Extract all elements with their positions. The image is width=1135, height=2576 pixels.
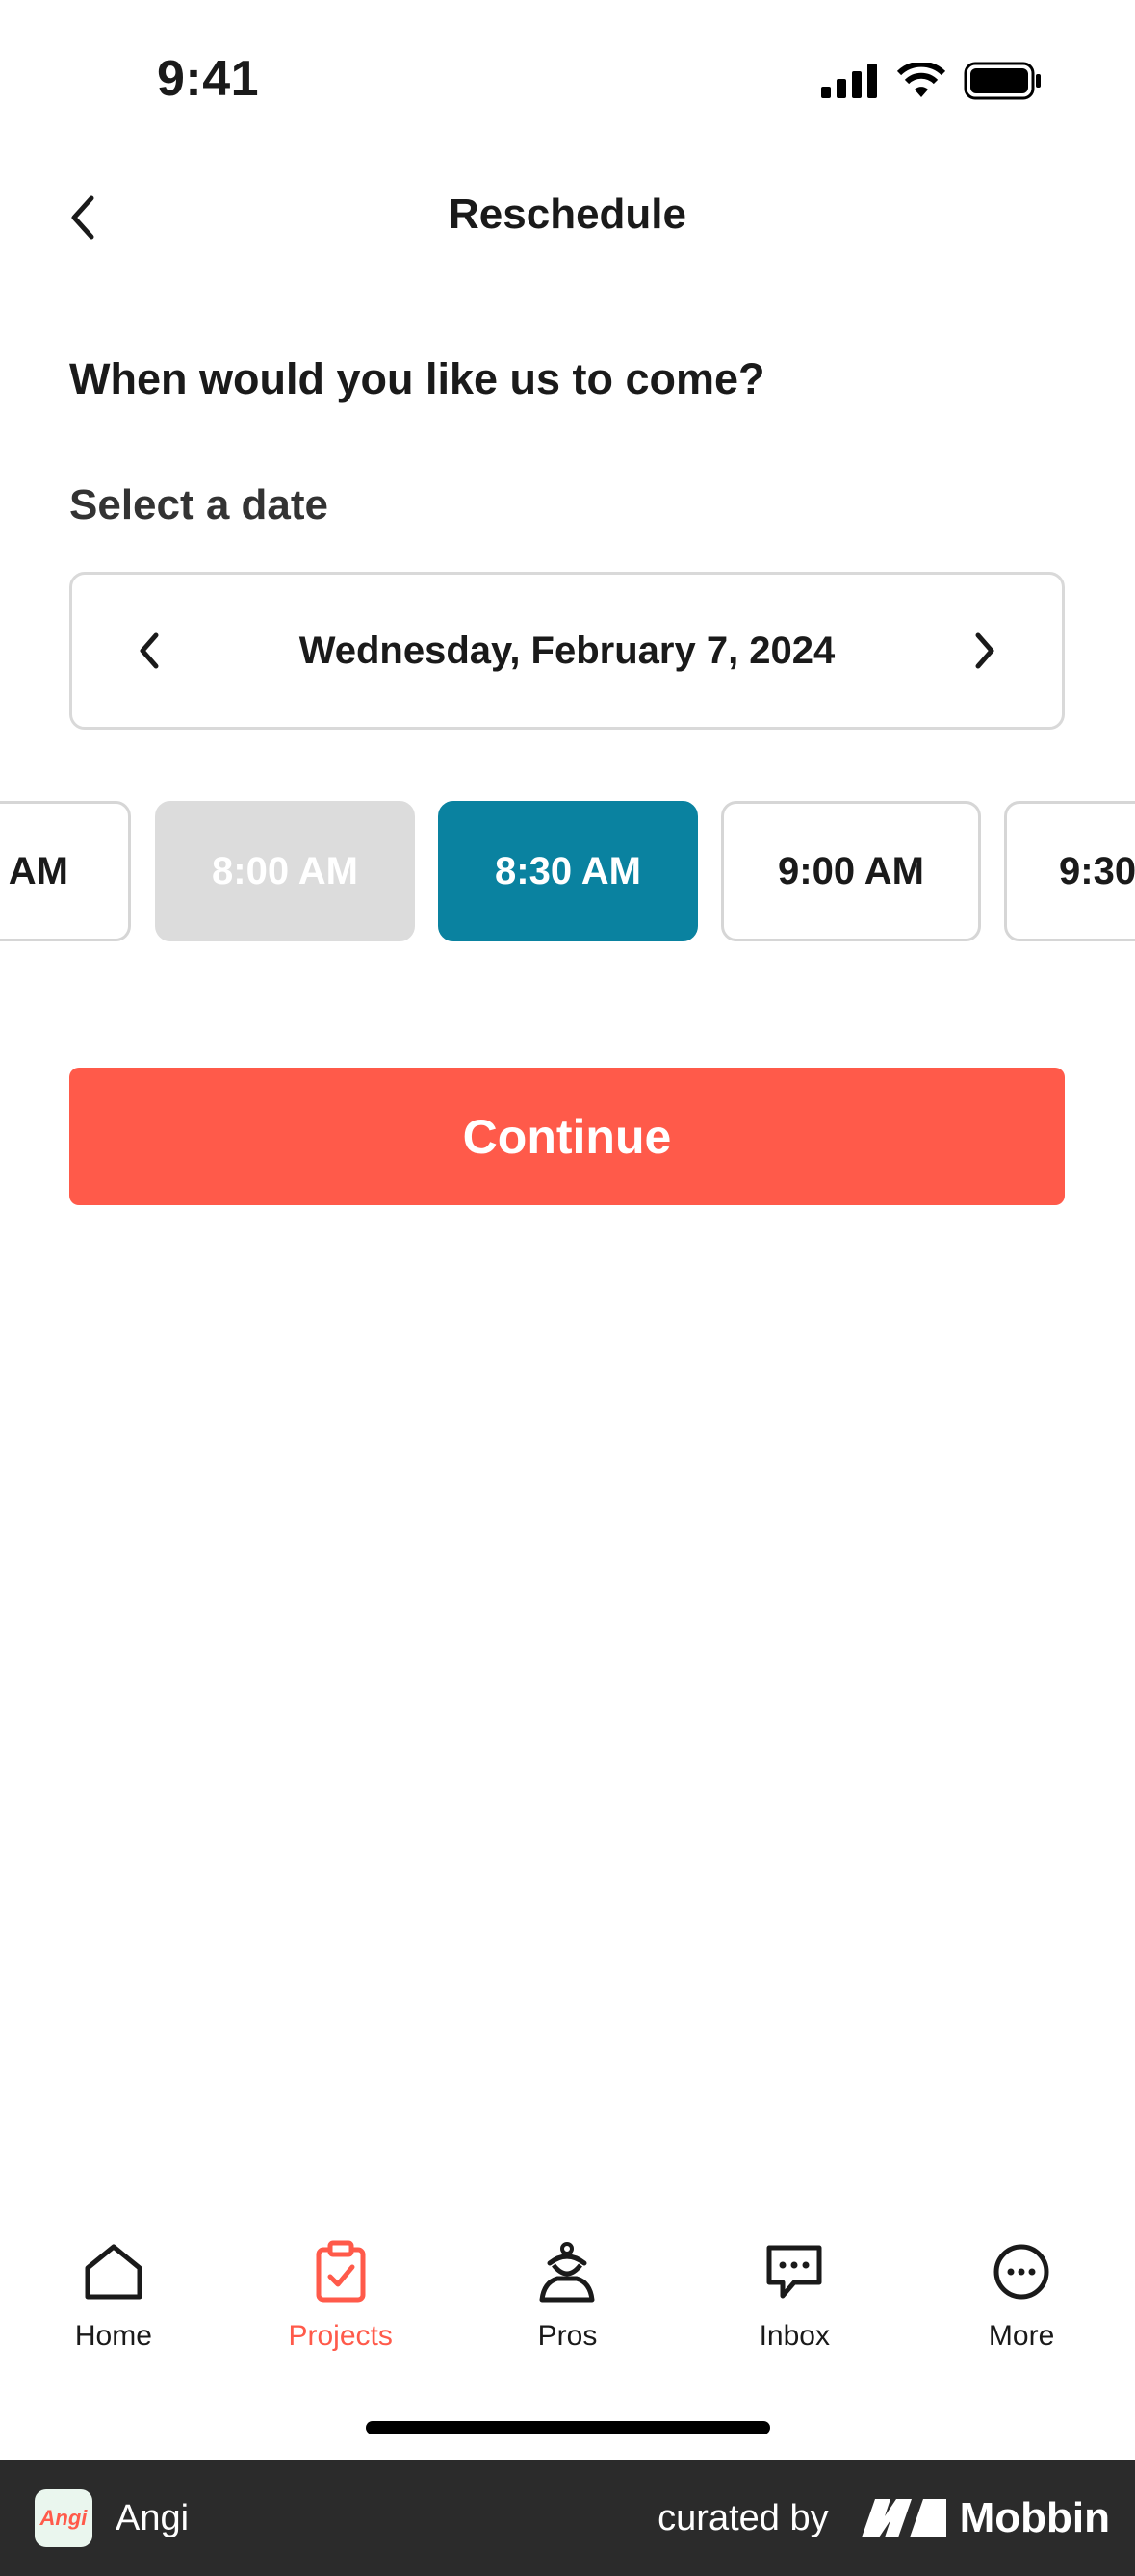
time-slot[interactable]: ) AM (0, 801, 131, 941)
question-heading: When would you like us to come? (69, 354, 765, 403)
status-icons (821, 62, 1043, 100)
chevron-right-icon (975, 632, 994, 669)
mobbin-logo-icon (861, 2499, 946, 2537)
signal-icon (821, 64, 877, 98)
home-icon (85, 2244, 142, 2300)
more-dots-icon (993, 2244, 1049, 2300)
tab-projects[interactable]: Projects (227, 2233, 454, 2378)
mobbin-brand: Mobbin (861, 2494, 1110, 2542)
footer-curated-by: curated by (658, 2497, 829, 2538)
previous-date-button[interactable] (120, 622, 178, 680)
angi-logo: Angi (35, 2489, 92, 2547)
tab-label: Pros (537, 2320, 598, 2352)
chat-bubble-icon (766, 2245, 822, 2299)
chevron-left-icon (140, 632, 159, 669)
tab-home[interactable]: Home (0, 2233, 227, 2378)
mobbin-brand-name: Mobbin (959, 2494, 1110, 2541)
time-slot-list[interactable]: ) AM 8:00 AM 8:30 AM 9:00 AM 9:30 (0, 801, 1135, 941)
continue-button[interactable]: Continue (69, 1068, 1065, 1205)
tab-label: More (988, 2320, 1055, 2352)
tab-inbox[interactable]: Inbox (681, 2233, 908, 2378)
time-slot-selected[interactable]: 8:30 AM (438, 801, 698, 941)
home-indicator (366, 2421, 770, 2434)
battery-icon (964, 62, 1041, 100)
wifi-icon (896, 63, 946, 97)
selected-date: Wednesday, February 7, 2024 (298, 629, 836, 672)
next-date-button[interactable] (956, 622, 1014, 680)
tab-label: Inbox (759, 2320, 830, 2352)
time-slot[interactable]: 9:30 (1004, 801, 1135, 941)
date-picker: Wednesday, February 7, 2024 (69, 572, 1065, 730)
bottom-tab-bar: Home Projects Pros Inbox More (0, 2233, 1135, 2378)
pro-person-icon (539, 2242, 595, 2303)
tab-pros[interactable]: Pros (454, 2233, 682, 2378)
time-slot[interactable]: 9:00 AM (721, 801, 981, 941)
page-title: Reschedule (449, 191, 686, 238)
select-date-label: Select a date (69, 481, 329, 528)
tab-more[interactable]: More (908, 2233, 1135, 2378)
footer-app-name: Angi (116, 2497, 190, 2538)
time-slot: 8:00 AM (155, 801, 415, 941)
tab-label: Projects (288, 2320, 393, 2352)
clipboard-check-icon (316, 2240, 366, 2303)
footer-bar: Angi Angi curated by Mobbin (0, 2460, 1135, 2576)
status-time: 9:41 (157, 51, 260, 107)
tab-label: Home (74, 2320, 152, 2352)
